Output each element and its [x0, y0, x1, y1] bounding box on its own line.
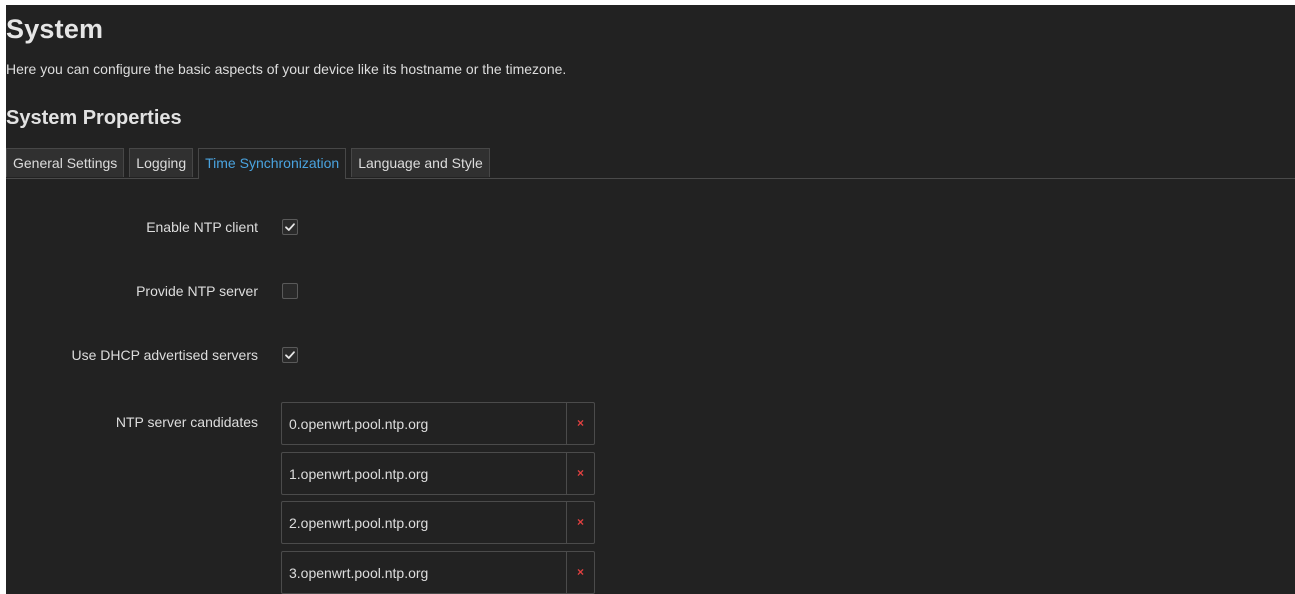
- check-icon: [285, 223, 295, 231]
- tab-logging[interactable]: Logging: [129, 148, 194, 177]
- page-title: System: [6, 14, 104, 44]
- tab-language-and-style[interactable]: Language and Style: [351, 148, 490, 177]
- section-title: System Properties: [6, 107, 182, 129]
- ntp-server-item[interactable]: 2.openwrt.pool.ntp.org ×: [281, 501, 595, 544]
- ntp-server-item[interactable]: 0.openwrt.pool.ntp.org ×: [281, 402, 595, 445]
- remove-icon: ×: [576, 565, 584, 579]
- ntp-server-item[interactable]: 1.openwrt.pool.ntp.org ×: [281, 452, 595, 495]
- remove-server-button[interactable]: ×: [566, 502, 594, 543]
- provide-ntp-server-checkbox[interactable]: [282, 283, 298, 299]
- ntp-server-item[interactable]: 3.openwrt.pool.ntp.org ×: [281, 551, 595, 594]
- tab-time-synchronization[interactable]: Time Synchronization: [198, 148, 347, 179]
- system-panel: System Here you can configure the basic …: [6, 5, 1295, 594]
- check-icon: [285, 351, 295, 359]
- provide-ntp-server-label: Provide NTP server: [136, 283, 258, 299]
- tab-general-settings[interactable]: General Settings: [6, 148, 125, 177]
- enable-ntp-client-checkbox[interactable]: [282, 219, 298, 235]
- use-dhcp-servers-label: Use DHCP advertised servers: [71, 347, 258, 363]
- remove-icon: ×: [576, 416, 584, 430]
- use-dhcp-servers-checkbox[interactable]: [282, 347, 298, 363]
- enable-ntp-client-label: Enable NTP client: [146, 219, 258, 235]
- remove-server-button[interactable]: ×: [566, 552, 594, 593]
- remove-icon: ×: [576, 515, 584, 529]
- remove-icon: ×: [576, 466, 584, 480]
- remove-server-button[interactable]: ×: [566, 403, 594, 444]
- tab-bar: General Settings Logging Time Synchroniz…: [6, 148, 495, 179]
- ntp-server-value[interactable]: 0.openwrt.pool.ntp.org: [289, 415, 428, 433]
- page-description: Here you can configure the basic aspects…: [6, 61, 567, 77]
- ntp-server-candidates-label: NTP server candidates: [115, 414, 258, 430]
- ntp-server-value[interactable]: 2.openwrt.pool.ntp.org: [289, 514, 428, 532]
- remove-server-button[interactable]: ×: [566, 453, 594, 494]
- ntp-server-value[interactable]: 3.openwrt.pool.ntp.org: [289, 564, 428, 582]
- ntp-server-value[interactable]: 1.openwrt.pool.ntp.org: [289, 465, 428, 483]
